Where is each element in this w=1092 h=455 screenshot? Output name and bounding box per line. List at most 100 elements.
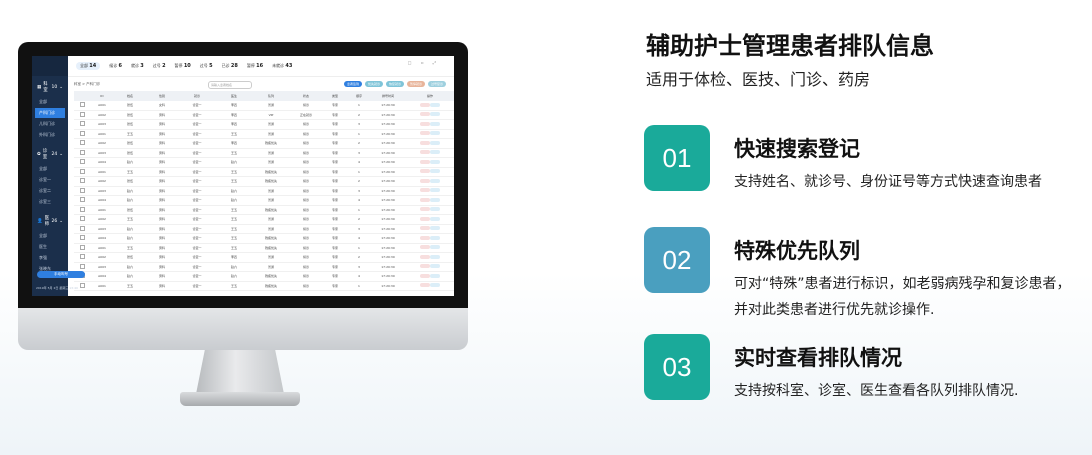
status-tab[interactable]: 过号 2: [153, 63, 166, 69]
table-row[interactable]: A001 王五 男科 诊室一 王五 普通 候诊 专家 1 17:20:30: [74, 129, 454, 139]
checkbox[interactable]: [79, 130, 85, 136]
status-tab[interactable]: 暂停 10: [175, 63, 191, 69]
toolbar-action-button[interactable]: 暂停就诊: [407, 81, 425, 87]
row-action-button[interactable]: [419, 197, 430, 202]
toolbar-action-button[interactable]: 恢复就诊: [386, 81, 404, 87]
row-checkbox-cell[interactable]: [74, 243, 90, 253]
table-row[interactable]: A001 王五 男科 诊室一 王五 残疾优先 候诊 专家 1 17:20:30: [74, 167, 454, 177]
sidebar-item[interactable]: 全部: [35, 231, 65, 241]
sidebar-item[interactable]: 诊室三: [35, 197, 65, 207]
table-row[interactable]: A002 张伍 男科 诊室一 李四 VIP 正在就诊 专家 2 17:20:30: [74, 110, 454, 120]
row-checkbox-cell[interactable]: [74, 148, 90, 158]
row-action-button[interactable]: [430, 159, 441, 164]
row-action-button[interactable]: [419, 264, 430, 269]
row-action-button[interactable]: [419, 140, 430, 145]
row-action-button[interactable]: [419, 207, 430, 212]
checkbox[interactable]: [79, 102, 85, 108]
sidebar-item[interactable]: 儿科门诊: [35, 119, 65, 129]
sidebar-item[interactable]: 外科门诊: [35, 130, 65, 140]
row-action-button[interactable]: [419, 216, 430, 221]
sidebar-group-header[interactable]: 👤 医师 26 ⌄: [35, 212, 65, 230]
table-row[interactable]: A003 赵六 男科 诊室一 赵六 普通 候诊 专家 3 17:20:30: [74, 262, 454, 272]
row-action-button[interactable]: [430, 207, 441, 212]
row-checkbox-cell[interactable]: [74, 233, 90, 244]
toolbar-action-button[interactable]: 优先就诊: [365, 81, 383, 87]
table-row[interactable]: A002 王五 男科 诊室一 王五 普通 候诊 专家 2 17:20:30: [74, 214, 454, 225]
row-action-button[interactable]: [430, 245, 441, 250]
row-action-button[interactable]: [430, 273, 441, 278]
status-tab[interactable]: 暂停 16: [247, 63, 263, 69]
checkbox[interactable]: [79, 111, 85, 117]
row-checkbox-cell[interactable]: [74, 110, 90, 120]
row-checkbox-cell[interactable]: [74, 195, 90, 206]
row-checkbox-cell[interactable]: [74, 186, 90, 196]
checkbox[interactable]: [79, 197, 85, 203]
row-checkbox-cell[interactable]: [74, 252, 90, 263]
checkbox[interactable]: [79, 235, 85, 241]
status-tab[interactable]: 全部 14: [76, 62, 101, 70]
checkbox[interactable]: [79, 149, 85, 155]
row-checkbox-cell[interactable]: [74, 167, 90, 177]
table-row[interactable]: A002 张伍 男科 诊室一 李四 普通 候诊 专家 2 17:20:30: [74, 252, 454, 263]
row-checkbox-cell[interactable]: [74, 119, 90, 130]
table-row[interactable]: A003 张伍 男科 诊室一 王五 普通 候诊 专家 3 17:20:30: [74, 148, 454, 158]
toolbar-action-button[interactable]: 过号复诊: [428, 81, 446, 87]
table-row[interactable]: A002 张伍 男科 诊室一 李四 残疾优先 候诊 专家 2 17:20:30: [74, 138, 454, 149]
sidebar-item[interactable]: 全部: [35, 97, 65, 107]
checkbox[interactable]: [79, 282, 85, 288]
row-action-button[interactable]: [430, 102, 441, 107]
row-action-button[interactable]: [430, 112, 441, 117]
row-action-button[interactable]: [430, 169, 441, 174]
row-action-button[interactable]: [430, 197, 441, 202]
row-checkbox-cell[interactable]: [74, 129, 90, 139]
table-row[interactable]: A003 赵六 男科 诊室一 王五 普通 候诊 专家 3 17:20:30: [74, 224, 454, 234]
row-action-button[interactable]: [430, 216, 441, 221]
table-row[interactable]: A002 张伍 男科 诊室一 王五 残疾优先 候诊 专家 2 17:20:30: [74, 176, 454, 187]
status-tab[interactable]: 候诊 6: [109, 63, 122, 69]
checkbox[interactable]: [79, 178, 85, 184]
row-action-button[interactable]: [419, 273, 430, 278]
row-checkbox-cell[interactable]: [74, 205, 90, 215]
row-action-button[interactable]: [419, 102, 430, 107]
table-row[interactable]: A003 赵六 男科 诊室一 赵六 普通 候诊 专家 3 17:20:30: [74, 186, 454, 196]
row-action-button[interactable]: [430, 131, 441, 136]
row-action-button[interactable]: [419, 283, 430, 288]
row-checkbox-cell[interactable]: [74, 224, 90, 234]
table-row[interactable]: A001 张伍 女科 诊室一 李四 普通 候诊 专家 1 17:20:30: [74, 101, 454, 111]
checkbox[interactable]: [79, 121, 85, 127]
row-action-button[interactable]: [430, 121, 441, 126]
row-action-button[interactable]: [419, 112, 430, 117]
table-row[interactable]: A001 张伍 男科 诊室一 王五 残疾优先 候诊 专家 1 17:20:30: [74, 205, 454, 215]
row-action-button[interactable]: [430, 178, 441, 183]
sidebar-group-header[interactable]: ▦ 科室 10 ⌄: [35, 78, 65, 96]
row-action-button[interactable]: [430, 283, 441, 288]
row-action-button[interactable]: [419, 131, 430, 136]
sidebar-item[interactable]: 医生: [35, 242, 65, 252]
row-action-button[interactable]: [419, 235, 430, 240]
table-row[interactable]: A004 赵六 男科 诊室一 王五 残疾优先 候诊 专家 4 17:20:30: [74, 233, 454, 244]
checkbox[interactable]: [79, 244, 85, 250]
search-input[interactable]: 请输入患者姓名: [208, 81, 252, 89]
sidebar-item[interactable]: 全部: [35, 164, 65, 174]
checkbox[interactable]: [79, 254, 85, 260]
row-action-button[interactable]: [430, 254, 441, 259]
checkbox[interactable]: [79, 140, 85, 146]
row-action-button[interactable]: [419, 245, 430, 250]
status-tab[interactable]: 未就诊 43: [272, 63, 292, 69]
table-row[interactable]: A004 赵六 男科 诊室一 赵六 普通 候诊 专家 4 17:20:30: [74, 157, 454, 168]
row-checkbox-cell[interactable]: [74, 214, 90, 225]
sidebar-item[interactable]: 诊室二: [35, 186, 65, 196]
sidebar-group-header[interactable]: ✿ 诊室 24 ⌄: [35, 145, 65, 163]
checkbox[interactable]: [79, 206, 85, 212]
status-tab[interactable]: 就诊 3: [131, 63, 144, 69]
row-checkbox-cell[interactable]: [74, 101, 90, 111]
row-action-button[interactable]: [419, 178, 430, 183]
checkbox[interactable]: [79, 216, 85, 222]
table-row[interactable]: A001 王五 男科 诊室一 王五 残疾优先 候诊 专家 1 17:20:30: [74, 243, 454, 253]
row-action-button[interactable]: [419, 254, 430, 259]
checkbox[interactable]: [79, 263, 85, 269]
status-tab[interactable]: 已诊 28: [222, 63, 238, 69]
table-row[interactable]: A004 赵六 男科 诊室一 赵六 残疾优先 候诊 专家 4 17:20:30: [74, 271, 454, 282]
sidebar-item[interactable]: 产科门诊: [35, 108, 65, 118]
checkbox[interactable]: [79, 187, 85, 193]
